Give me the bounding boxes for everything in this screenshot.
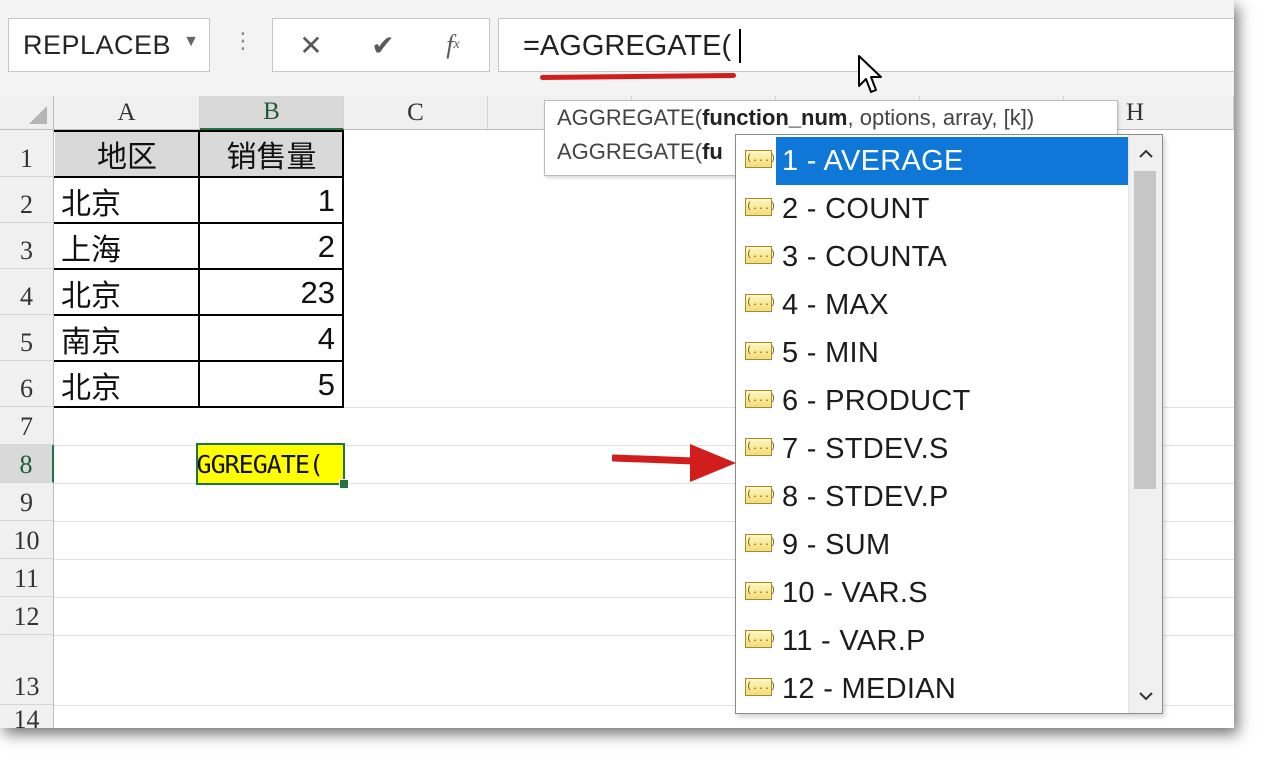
name-box-dropdown-icon[interactable]: ▼ xyxy=(183,33,199,51)
list-item[interactable]: (...) 5 - MIN xyxy=(736,329,1128,377)
list-item-label: 6 - PRODUCT xyxy=(782,384,971,417)
table-cell-sales[interactable]: 23 xyxy=(200,270,343,315)
row-header-7[interactable]: 7 xyxy=(0,407,54,445)
column-header-b[interactable]: B xyxy=(200,96,344,130)
tooltip-arg-function-num[interactable]: function_num xyxy=(702,105,847,130)
table-cell-sales[interactable]: 5 xyxy=(200,362,343,407)
table-header-sales[interactable]: 销售量 xyxy=(200,131,343,177)
enum-value-icon: (...) xyxy=(745,630,776,648)
enum-value-icon: (...) xyxy=(745,534,776,552)
list-scrollbar[interactable] xyxy=(1128,135,1162,713)
splitter-dots-icon[interactable]: ⋮ xyxy=(232,30,254,52)
list-item-label: 8 - STDEV.P xyxy=(782,480,949,513)
list-item-label: 4 - MAX xyxy=(782,288,889,321)
row-header-3[interactable]: 3 xyxy=(0,223,54,269)
row-header-11[interactable]: 11 xyxy=(0,559,54,597)
row-header-14[interactable]: 14 xyxy=(0,705,54,728)
enum-value-icon: (...) xyxy=(745,198,776,216)
row-header-1[interactable]: 1 xyxy=(0,130,54,177)
list-item-label: 12 - MEDIAN xyxy=(782,672,957,705)
column-header-c[interactable]: C xyxy=(344,96,488,130)
insert-function-icon[interactable]: fx xyxy=(423,19,483,71)
enum-value-icon: (...) xyxy=(745,486,776,504)
excel-window: REPLACEB ▼ ⋮ ✕ ✔ fx =AGGREGATE( A B C H … xyxy=(0,0,1234,728)
name-box[interactable]: REPLACEB ▼ xyxy=(8,18,210,72)
tooltip-line-2: AGGREGATE(fu xyxy=(557,139,723,165)
fill-handle[interactable] xyxy=(339,479,349,489)
table-cell-sales[interactable]: 1 xyxy=(200,178,343,223)
mouse-pointer-icon xyxy=(858,55,882,93)
red-arrow-annotation-icon xyxy=(612,444,736,482)
list-item-label: 3 - COUNTA xyxy=(782,240,948,273)
select-all-icon xyxy=(29,106,47,124)
row-header-9[interactable]: 9 xyxy=(0,483,54,521)
list-item-label: 11 - VAR.P xyxy=(782,624,926,657)
function-num-autocomplete-list[interactable]: (...) 1 - AVERAGE (...) 2 - COUNT (...) … xyxy=(735,134,1163,714)
tooltip-fn-name[interactable]: AGGREGATE( xyxy=(557,105,702,130)
list-item-label: 1 - AVERAGE xyxy=(776,137,1128,185)
list-item[interactable]: (...) 4 - MAX xyxy=(736,281,1128,329)
formula-buttons: ✕ ✔ fx xyxy=(272,18,490,72)
list-item[interactable]: (...) 10 - VAR.S xyxy=(736,569,1128,617)
formula-bar: REPLACEB ▼ ⋮ ✕ ✔ fx =AGGREGATE( xyxy=(0,0,1234,97)
table-cell-region[interactable]: 北京 xyxy=(55,362,199,407)
name-box-value: REPLACEB xyxy=(23,30,172,60)
list-item[interactable]: (...) 8 - STDEV.P xyxy=(736,473,1128,521)
list-item[interactable]: (...) 9 - SUM xyxy=(736,521,1128,569)
tooltip-line-1: AGGREGATE(function_num, options, array, … xyxy=(557,105,1034,131)
list-item-label: 10 - VAR.S xyxy=(782,576,928,609)
table-cell-region[interactable]: 北京 xyxy=(55,270,199,315)
enum-value-icon: (...) xyxy=(745,438,776,456)
table-cell-sales[interactable]: 2 xyxy=(200,224,343,269)
list-item-label: 2 - COUNT xyxy=(782,192,930,225)
row-header-12[interactable]: 12 xyxy=(0,597,54,635)
select-all-corner[interactable] xyxy=(0,96,54,130)
table-cell-region[interactable]: 上海 xyxy=(55,224,199,269)
active-cell-text: =AGGREGATE( xyxy=(196,450,324,479)
enum-value-icon: (...) xyxy=(745,390,776,408)
enum-value-icon: (...) xyxy=(745,582,776,600)
list-item-label: 9 - SUM xyxy=(782,528,891,561)
list-item-label: 5 - MIN xyxy=(782,336,880,369)
table-cell-sales[interactable]: 4 xyxy=(200,316,343,361)
formula-text: =AGGREGATE( xyxy=(523,30,732,62)
row-header-6[interactable]: 6 xyxy=(0,361,54,407)
list-item[interactable]: (...) 12 - MEDIAN xyxy=(736,665,1128,713)
scroll-up-chevron-icon[interactable] xyxy=(1129,137,1162,171)
tooltip-fn-name-2[interactable]: AGGREGATE( xyxy=(557,139,702,164)
enum-value-icon: (...) xyxy=(745,294,776,312)
list-item-label: 7 - STDEV.S xyxy=(782,432,949,465)
enum-value-icon: (...) xyxy=(745,246,776,264)
tooltip-args: , options, array, [k]) xyxy=(847,105,1035,130)
list-item[interactable]: (...) 6 - PRODUCT xyxy=(736,377,1128,425)
table-header-region[interactable]: 地区 xyxy=(55,131,199,177)
active-cell-b8[interactable]: =AGGREGATE( xyxy=(196,443,345,485)
text-caret xyxy=(739,29,741,63)
row-header-2[interactable]: 2 xyxy=(0,177,54,223)
scroll-down-chevron-icon[interactable] xyxy=(1129,679,1162,713)
row-header-8[interactable]: 8 xyxy=(0,445,54,483)
table-cell-region[interactable]: 南京 xyxy=(55,316,199,361)
list-item[interactable]: (...) 2 - COUNT xyxy=(736,185,1128,233)
scrollbar-thumb[interactable] xyxy=(1134,171,1156,489)
cancel-icon[interactable]: ✕ xyxy=(281,19,341,71)
column-header-a[interactable]: A xyxy=(54,96,200,130)
list-item[interactable]: (...) 3 - COUNTA xyxy=(736,233,1128,281)
row-header-13[interactable]: 13 xyxy=(0,635,54,705)
enum-value-icon: (...) xyxy=(745,150,776,168)
row-header-4[interactable]: 4 xyxy=(0,269,54,315)
list-item[interactable]: (...) 1 - AVERAGE xyxy=(736,137,1128,185)
table-border xyxy=(342,130,344,408)
table-cell-region[interactable]: 北京 xyxy=(55,178,199,223)
tooltip-arg-2[interactable]: fu xyxy=(702,139,723,164)
enum-value-icon: (...) xyxy=(745,678,776,696)
list-item[interactable]: (...) 11 - VAR.P xyxy=(736,617,1128,665)
enum-value-icon: (...) xyxy=(745,342,776,360)
table-border xyxy=(198,130,200,408)
list-item[interactable]: (...) 7 - STDEV.S xyxy=(736,425,1128,473)
enter-check-icon[interactable]: ✔ xyxy=(353,19,413,71)
row-header-5[interactable]: 5 xyxy=(0,315,54,361)
row-header-10[interactable]: 10 xyxy=(0,521,54,559)
